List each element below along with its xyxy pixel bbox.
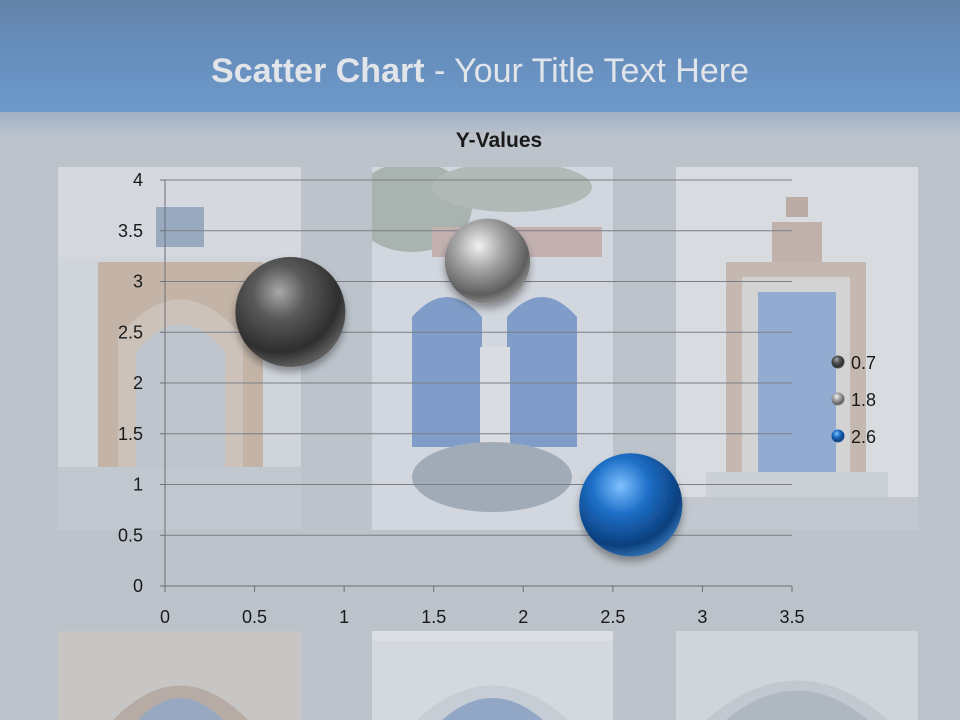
x-tick-label: 1 (339, 607, 349, 627)
x-tick-label: 3 (697, 607, 707, 627)
legend-label: 2.6 (851, 427, 876, 447)
chart-title: Y-Values (456, 129, 542, 152)
y-tick-label: 0.5 (118, 525, 143, 545)
x-tick-label: 0.5 (242, 607, 267, 627)
chart-legend: 0.7 1.8 2.6 (831, 353, 876, 447)
x-tick-label: 3.5 (779, 607, 804, 627)
y-tick-label: 3.5 (118, 221, 143, 241)
x-tick-label: 2 (518, 607, 528, 627)
y-tick-label: 3 (133, 272, 143, 292)
y-tick-label: 2.5 (118, 322, 143, 342)
scatter-point-1.8 (444, 218, 531, 304)
x-tick-label: 0 (160, 607, 170, 627)
legend-label: 1.8 (851, 390, 876, 410)
legend-marker (831, 429, 845, 443)
y-axis-tick-labels: 0 0.5 1 1.5 2 2.5 3 3.5 4 (118, 170, 143, 596)
x-axis-tick-labels: 0 0.5 1 1.5 2 2.5 3 3.5 (160, 607, 805, 627)
y-tick-label: 2 (133, 373, 143, 393)
scatter-point-0.7 (235, 256, 346, 367)
y-tick-label: 4 (133, 170, 143, 190)
legend-marker (831, 392, 845, 406)
chart-points (235, 218, 683, 557)
legend-label: 0.7 (851, 353, 876, 373)
scatter-chart: Y-Values 0 0.5 1 1.5 2 2.5 3 3.5 4 0 0.5 1 1.5 2 2.5 3… (118, 129, 876, 627)
x-tick-label: 1.5 (421, 607, 446, 627)
y-tick-label: 1 (133, 475, 143, 495)
x-tick-label: 2.5 (600, 607, 625, 627)
y-tick-label: 0 (133, 576, 143, 596)
legend-marker (831, 355, 845, 369)
y-tick-label: 1.5 (118, 424, 143, 444)
scatter-point-2.6 (579, 453, 683, 557)
